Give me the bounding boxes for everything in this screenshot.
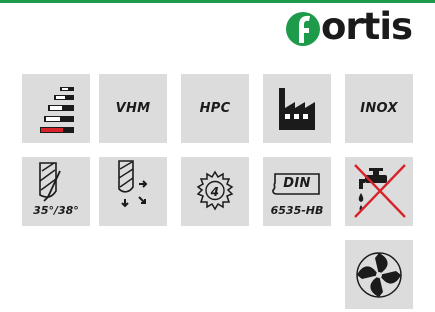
tile-coating-hpc: HPC [181, 74, 249, 143]
brand-top-rule [0, 0, 435, 3]
stacked-cutter-lengths-icon [40, 87, 74, 133]
coating-hpc-label: HPC [199, 101, 231, 116]
no-coolant-tap-crossed-icon [354, 164, 406, 218]
flute-count-label: 4 [210, 184, 220, 199]
logo-wordmark: ortis [321, 5, 413, 48]
material-vhm-label: VHM [115, 101, 151, 116]
tile-material-inox: INOX [345, 74, 413, 143]
tile-end-face [345, 240, 413, 309]
end-mill-face-icon [356, 252, 402, 298]
tile-flute-length-series [22, 74, 90, 143]
material-inox-label: INOX [360, 101, 398, 116]
helix-angle-label: 35°/38° [33, 204, 79, 217]
tile-helix-angle: 35°/38° [22, 157, 90, 226]
tile-cutting-directions [99, 157, 167, 226]
factory-icon [279, 88, 315, 130]
cutting-direction-arrows-icon [118, 160, 148, 208]
din-sublabel: 6535-HB [270, 204, 324, 217]
tile-din-standard: DIN 6535-HB [263, 157, 331, 226]
din-label: DIN [283, 176, 311, 191]
tile-flute-count: 4 [181, 157, 249, 226]
tile-material-vhm: VHM [99, 74, 167, 143]
tile-industrial-use [263, 74, 331, 143]
fortis-logo: ortis [283, 6, 425, 48]
tile-no-coolant [345, 157, 413, 226]
